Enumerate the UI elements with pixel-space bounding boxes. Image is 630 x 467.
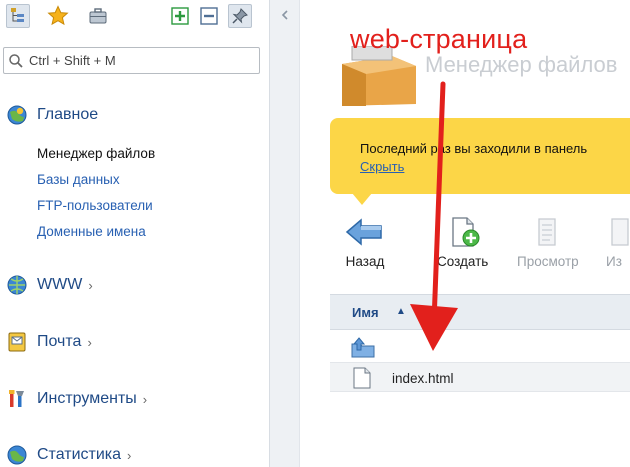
chevron-right-icon: › (88, 278, 93, 293)
sidebar-item-ftp-users[interactable]: FTP-пользователи (37, 198, 153, 213)
minus-square-icon (200, 7, 218, 25)
sidebar-section-www[interactable]: WWW › (6, 274, 93, 296)
sidebar-section-mail[interactable]: Почта › (6, 331, 92, 353)
cut-off-action-button[interactable]: Из (606, 216, 630, 269)
pin-button[interactable] (228, 4, 252, 28)
file-icon (353, 367, 371, 389)
chevron-right-icon: › (87, 335, 92, 350)
file-name: index.html (392, 371, 454, 386)
star-icon (47, 5, 69, 26)
notice-tail (352, 193, 372, 205)
tree-view-button[interactable] (6, 4, 30, 28)
action-label: Из (606, 254, 622, 269)
briefcase-button[interactable] (86, 4, 110, 28)
view-icon (538, 218, 556, 246)
hide-notice-link[interactable]: Скрыть (360, 159, 404, 174)
table-row[interactable]: index.html (330, 362, 630, 392)
search-box[interactable] (3, 47, 260, 74)
sidebar-section-statistics[interactable]: Статистика › (6, 444, 131, 466)
plus-square-icon (171, 7, 189, 25)
collapse-all-button[interactable] (197, 4, 221, 28)
sidebar-section-label: Инструменты (37, 390, 137, 407)
panel-splitter[interactable] (270, 0, 300, 467)
sidebar-section-tools[interactable]: Инструменты › (6, 388, 147, 410)
page-title: Менеджер файлов (425, 52, 618, 77)
sidebar-toolbar (0, 0, 270, 36)
sidebar-item-databases[interactable]: Базы данных (37, 172, 120, 187)
globe-sun-icon (7, 105, 27, 125)
collapse-sidebar-icon[interactable] (278, 8, 292, 22)
sidebar-section-main[interactable]: Главное (6, 104, 98, 126)
pin-icon (232, 8, 248, 24)
action-label: Назад (345, 254, 385, 269)
expand-all-button[interactable] (168, 4, 192, 28)
create-button[interactable]: Создать (437, 216, 488, 269)
partial-action-icon (611, 218, 629, 246)
sidebar-section-label: Почта (37, 333, 82, 350)
statistics-globe-icon (7, 445, 27, 465)
chevron-right-icon: › (127, 448, 132, 463)
main-content: Менеджер файлов Последний раз вы заходил… (300, 0, 630, 467)
annotation-caption: web-страница (350, 24, 528, 54)
www-globe-icon (7, 275, 27, 295)
sidebar-section-label: WWW (37, 276, 83, 293)
tools-icon (9, 390, 24, 407)
search-input[interactable] (29, 53, 249, 68)
sidebar-section-label: Статистика (37, 446, 122, 463)
sidebar-item-file-manager[interactable]: Менеджер файлов (37, 146, 155, 161)
file-manager-cabinet-icon (342, 46, 416, 106)
left-panel: Главное Менеджер файлов Базы данных FTP-… (0, 0, 270, 467)
action-label: Просмотр (517, 254, 579, 269)
action-label: Создать (437, 254, 489, 269)
parent-directory-row[interactable] (330, 332, 630, 362)
favorites-button[interactable] (46, 4, 70, 28)
mail-icon (8, 332, 26, 352)
back-arrow-icon (345, 218, 382, 246)
back-button[interactable]: Назад (345, 216, 385, 269)
file-grid-header[interactable]: Имя ▲ (330, 294, 630, 330)
sort-ascending-icon: ▲ (396, 306, 406, 317)
last-login-notice (330, 118, 630, 194)
tree-view-icon (11, 8, 24, 22)
search-icon (9, 53, 23, 68)
chevron-right-icon: › (142, 392, 148, 407)
sidebar-item-domains[interactable]: Доменные имена (37, 224, 146, 239)
parent-folder-icon (351, 337, 375, 358)
name-column-header[interactable]: Имя (352, 305, 379, 320)
notice-text: Последний раз вы заходили в панель (360, 141, 588, 156)
briefcase-icon (89, 8, 107, 24)
view-button[interactable]: Просмотр (517, 216, 579, 269)
new-document-icon (452, 217, 480, 247)
sidebar-section-label: Главное (37, 106, 99, 123)
